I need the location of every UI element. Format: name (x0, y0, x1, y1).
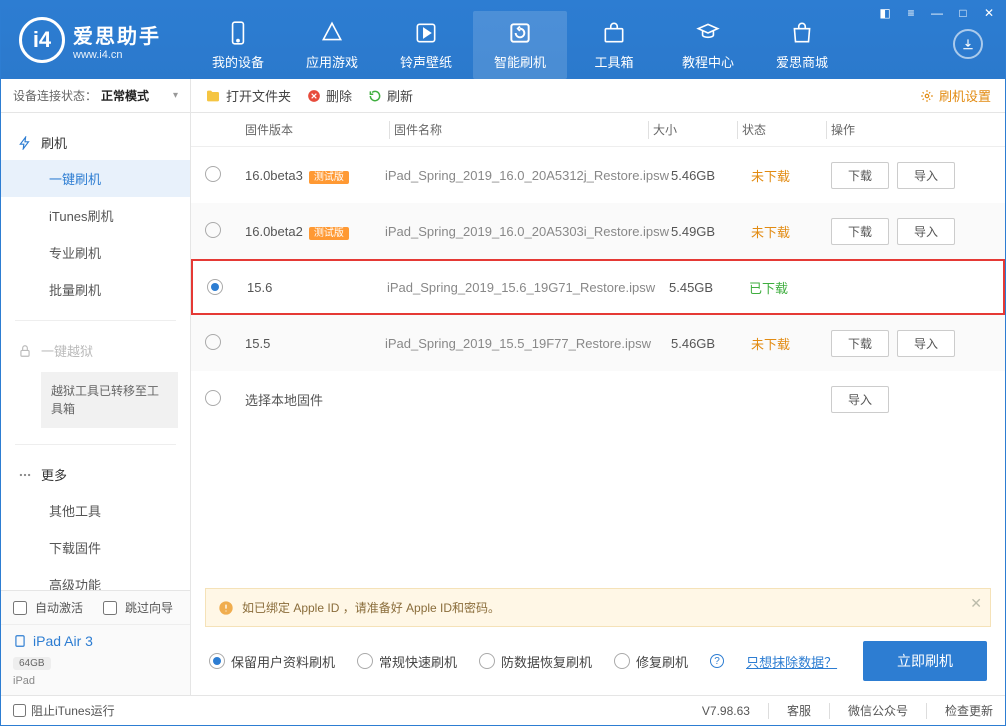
tab-apps[interactable]: 应用游戏 (285, 11, 379, 79)
fw-version: 16.0beta3 (245, 168, 303, 183)
download-button[interactable]: 下载 (831, 218, 889, 245)
row-radio[interactable] (207, 279, 223, 295)
check-update[interactable]: 检查更新 (945, 702, 993, 719)
sidebar-item-othertools[interactable]: 其他工具 (1, 492, 190, 529)
tab-device[interactable]: 我的设备 (191, 11, 285, 79)
opt-antirecover[interactable]: 防数据恢复刷机 (479, 652, 592, 671)
tab-toolbox[interactable]: 工具箱 (567, 11, 661, 79)
table-row[interactable]: 16.0beta2 测试版 iPad_Spring_2019_16.0_20A53… (191, 203, 1005, 259)
warning-icon (218, 600, 234, 616)
table-row[interactable]: 15.5 iPad_Spring_2019_15.5_19F77_Restore… (191, 315, 1005, 371)
sidebar-group-more[interactable]: 更多 (1, 457, 190, 492)
tab-flash[interactable]: 智能刷机 (473, 11, 567, 79)
erase-link[interactable]: 只想抹除数据？ (746, 652, 837, 671)
fw-version: 15.5 (245, 336, 270, 351)
fw-name: iPad_Spring_2019_16.0_20A5303i_Restore.i… (385, 224, 671, 239)
fw-size: 5.45GB (669, 280, 749, 295)
delete-button[interactable]: 删除 (307, 86, 352, 105)
local-firmware-label: 选择本地固件 (245, 390, 323, 409)
app-name: 爱思助手 (73, 20, 161, 49)
row-radio[interactable] (205, 222, 221, 238)
titlebar: ◧ ≡ ― □ ✕ i4 爱思助手 www.i4.cn 我的设备 应用游戏 铃声… (1, 1, 1005, 79)
fw-status: 未下载 (751, 222, 831, 241)
opt-repair[interactable]: 修复刷机 (614, 652, 688, 671)
download-button[interactable]: 下载 (831, 330, 889, 357)
flash-settings-button[interactable]: 刷机设置 (920, 86, 991, 105)
win-close-icon[interactable]: ✕ (979, 5, 999, 21)
download-button[interactable]: 下载 (831, 162, 889, 189)
sidebar-item-oneclick[interactable]: 一键刷机 (1, 160, 190, 197)
skip-guide-checkbox[interactable] (103, 601, 117, 615)
lock-icon (17, 343, 33, 359)
fw-name: iPad_Spring_2019_15.5_19F77_Restore.ipsw (385, 336, 671, 351)
import-button[interactable]: 导入 (897, 162, 955, 189)
sidebar-item-dlfirmware[interactable]: 下载固件 (1, 529, 190, 566)
beta-badge: 测试版 (309, 227, 349, 240)
win-menu-icon[interactable]: ≡ (901, 5, 921, 21)
more-icon (17, 467, 33, 483)
customer-service[interactable]: 客服 (787, 702, 811, 719)
open-folder-button[interactable]: 打开文件夹 (205, 86, 291, 105)
sidebar-item-advanced[interactable]: 高级功能 (1, 566, 190, 590)
device-type: iPad (13, 675, 178, 687)
fw-size: 5.49GB (671, 224, 751, 239)
help-icon[interactable]: ? (710, 654, 724, 668)
flash-icon (17, 135, 33, 151)
fw-status: 未下载 (751, 334, 831, 353)
device-name[interactable]: iPad Air 3 (13, 633, 178, 649)
win-maximize-icon[interactable]: □ (953, 5, 973, 21)
flash-now-button[interactable]: 立即刷机 (863, 641, 987, 681)
top-nav: 我的设备 应用游戏 铃声壁纸 智能刷机 工具箱 教程中心 爱思商城 (191, 11, 849, 79)
beta-badge: 测试版 (309, 171, 349, 184)
connection-status: 设备连接状态： 正常模式 ▾ (1, 79, 190, 113)
tab-ringtone[interactable]: 铃声壁纸 (379, 11, 473, 79)
import-button[interactable]: 导入 (897, 218, 955, 245)
win-theme-icon[interactable]: ◧ (875, 5, 895, 21)
fw-size: 5.46GB (671, 336, 751, 351)
opt-keepdata[interactable]: 保留用户资料刷机 (209, 652, 335, 671)
table-row-local[interactable]: 选择本地固件 导入 (191, 371, 1005, 427)
sidebar-item-batch[interactable]: 批量刷机 (1, 271, 190, 308)
import-button[interactable]: 导入 (831, 386, 889, 413)
sidebar-item-itunes[interactable]: iTunes刷机 (1, 197, 190, 234)
sidebar-group-jailbreak: 一键越狱 (1, 333, 190, 368)
tab-tutorial[interactable]: 教程中心 (661, 11, 755, 79)
row-radio[interactable] (205, 334, 221, 350)
sidebar-item-pro[interactable]: 专业刷机 (1, 234, 190, 271)
fw-name: iPad_Spring_2019_15.6_19G71_Restore.ipsw (387, 280, 669, 295)
version-label: V7.98.63 (702, 704, 750, 718)
fw-status: 已下载 (749, 278, 829, 297)
table-row[interactable]: 16.0beta3 测试版 iPad_Spring_2019_16.0_20A53… (191, 147, 1005, 203)
chevron-down-icon[interactable]: ▾ (173, 90, 178, 101)
appleid-notice: 如已绑定 Apple ID ，请准备好 Apple ID和密码。 ✕ (205, 588, 991, 627)
auto-activate-checkbox[interactable] (13, 601, 27, 615)
fw-status: 未下载 (751, 166, 831, 185)
table-header: 固件版本 固件名称 大小 状态 操作 (191, 113, 1005, 147)
import-button[interactable]: 导入 (897, 330, 955, 357)
win-minimize-icon[interactable]: ― (927, 5, 947, 21)
wechat[interactable]: 微信公众号 (848, 702, 908, 719)
storage-badge: 64GB (13, 657, 51, 670)
block-itunes-checkbox[interactable] (13, 704, 26, 717)
table-row[interactable]: 15.6 iPad_Spring_2019_15.6_19G71_Restore… (191, 259, 1005, 315)
close-icon[interactable]: ✕ (970, 595, 982, 612)
refresh-button[interactable]: 刷新 (368, 86, 413, 105)
fw-version: 16.0beta2 (245, 224, 303, 239)
jailbreak-note: 越狱工具已转移至工具箱 (41, 372, 178, 428)
sidebar-group-flash[interactable]: 刷机 (1, 125, 190, 160)
row-radio[interactable] (205, 390, 221, 406)
opt-normal[interactable]: 常规快速刷机 (357, 652, 457, 671)
logo-icon: i4 (19, 17, 65, 63)
tab-store[interactable]: 爱思商城 (755, 11, 849, 79)
app-site: www.i4.cn (73, 49, 161, 61)
fw-version: 15.6 (247, 280, 272, 295)
fw-name: iPad_Spring_2019_16.0_20A5312j_Restore.i… (385, 168, 671, 183)
fw-size: 5.46GB (671, 168, 751, 183)
tablet-icon (13, 634, 27, 648)
row-radio[interactable] (205, 166, 221, 182)
download-manager-icon[interactable] (953, 29, 983, 59)
